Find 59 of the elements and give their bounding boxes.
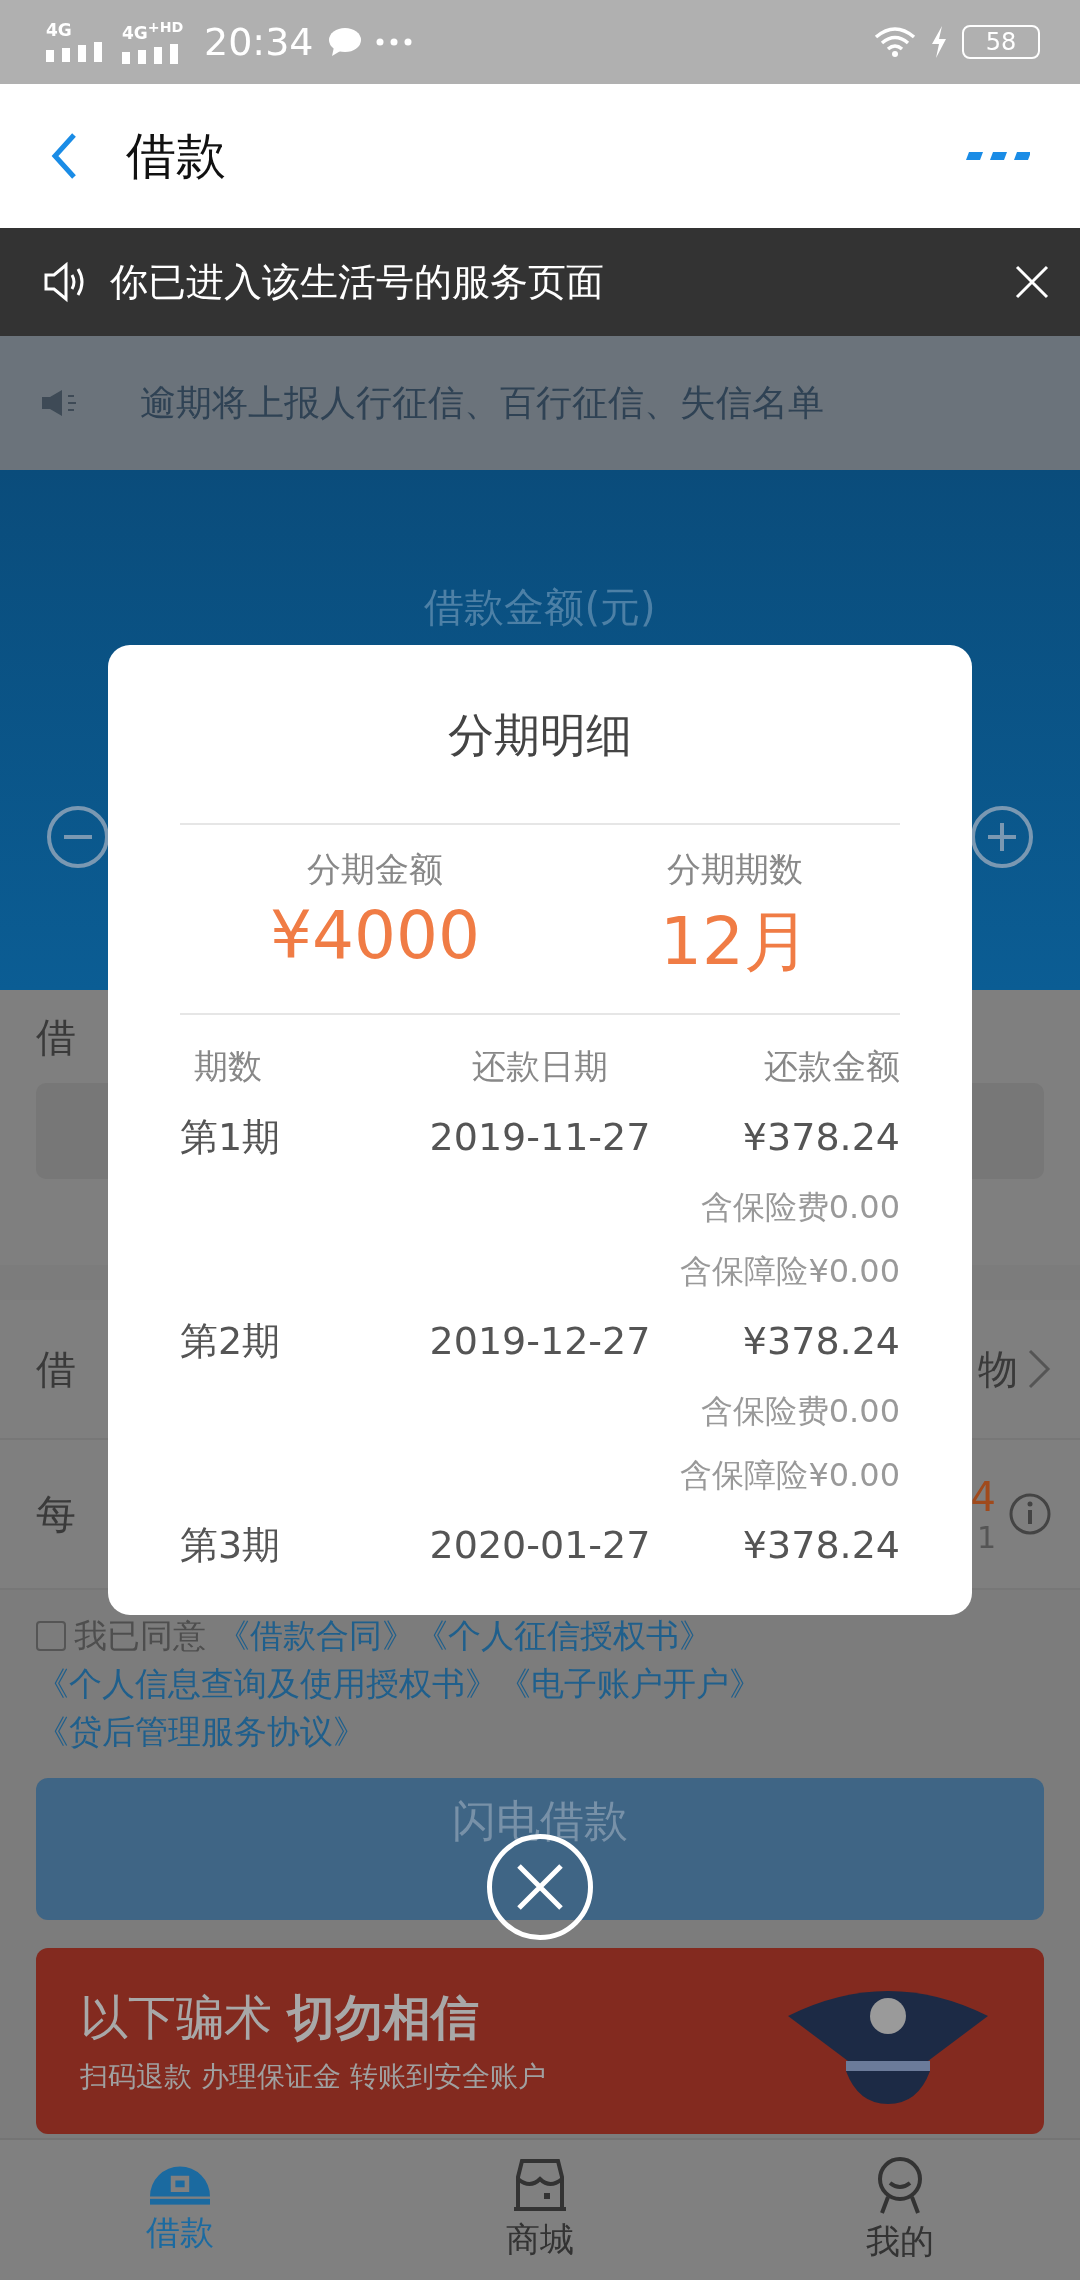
fee-note: 含保险费0.00 [700, 1391, 900, 1432]
table-cell-text: 第1期 [180, 1113, 281, 1161]
row-label: 借 [36, 1344, 76, 1394]
banner-title: 以下骗术 切勿相信 [80, 1988, 481, 2047]
table-cell: 2020-01-27 [429, 1523, 651, 1567]
battery-icon: 58 [962, 25, 1040, 59]
summary-value: ¥4000 [270, 897, 480, 974]
charging-icon [930, 26, 948, 58]
chevron-right-icon[interactable] [1026, 1347, 1052, 1391]
tab[interactable]: 我的 [720, 2140, 1080, 2280]
row-value: 物 [978, 1344, 1018, 1394]
more-icon[interactable] [966, 150, 1030, 162]
dialog-title: 分期明细 [448, 707, 632, 764]
column-header: 还款日期 [472, 1045, 608, 1088]
summary-value: 12月 [660, 902, 810, 982]
fee-note: 含保险费0.00 [700, 1187, 900, 1228]
column-header: 还款金额 [764, 1045, 900, 1088]
page-title: 借款 [126, 125, 226, 187]
close-icon [515, 1862, 565, 1912]
agreement-link[interactable]: 《个人信息查询及使用授权书》 [36, 1664, 498, 1703]
chat-bubble-icon [327, 27, 362, 57]
info-icon[interactable] [1008, 1492, 1052, 1536]
agreement-link[interactable]: 《电子账户开户》 [498, 1664, 762, 1703]
fee-note: 含保障险¥0.00 [680, 1455, 900, 1496]
tab[interactable]: 借款 [0, 2140, 360, 2280]
summary-label: 分期金额 [307, 848, 443, 891]
summary-label: 分期期数 [666, 848, 803, 891]
checkbox[interactable] [36, 1621, 66, 1651]
status-time: 20:34 [204, 20, 314, 64]
more-dots-icon [375, 38, 412, 46]
close-icon[interactable] [1014, 264, 1050, 300]
table-cell: ¥378.24 [742, 1523, 900, 1567]
table-cell-text: 第3期 [180, 1521, 281, 1569]
table-cell: ¥378.24 [742, 1319, 900, 1363]
tab[interactable]: 商城 [360, 2140, 720, 2280]
table-cell: ¥378.24 [742, 1115, 900, 1159]
row-value: 4 [970, 1473, 996, 1520]
column-header: 期数 [194, 1045, 262, 1088]
row-label: 每 [36, 1489, 76, 1539]
wifi-icon [874, 27, 916, 57]
agreement-link[interactable]: 《贷后管理服务协议》 [36, 1712, 366, 1751]
fee-note: 含保障险¥0.00 [680, 1251, 900, 1292]
loan-amount-label: 借款金额(元) [424, 583, 656, 632]
service-notice: 你已进入该生活号的服务页面 [110, 258, 605, 306]
table-cell-text: 第2期 [180, 1317, 281, 1365]
back-icon[interactable] [50, 132, 78, 180]
agreement-link[interactable]: 《借款合同》 [216, 1616, 415, 1655]
banner-subtitle: 扫码退款 办理保证金 转账到安全账户 [80, 2059, 547, 2095]
fraud-warning-banner[interactable]: 以下骗术 切勿相信 扫码退款 办理保证金 转账到安全账户 [36, 1948, 1044, 2134]
network-label: 4G [46, 22, 72, 39]
table-cell: 2019-11-27 [429, 1115, 651, 1159]
agreement-link[interactable]: 《个人征信授权书》 [414, 1616, 712, 1655]
minus-icon[interactable] [46, 805, 110, 869]
coin-icon [150, 2164, 210, 2206]
plus-icon[interactable] [970, 805, 1034, 869]
network-label: 4G$^{+HD}$ [122, 19, 184, 42]
table-cell: 2019-12-27 [429, 1319, 651, 1363]
overdue-warning: 逾期将上报人行征信、百行征信、失信名单 [140, 380, 824, 425]
field-label: 借 [36, 1013, 77, 1062]
